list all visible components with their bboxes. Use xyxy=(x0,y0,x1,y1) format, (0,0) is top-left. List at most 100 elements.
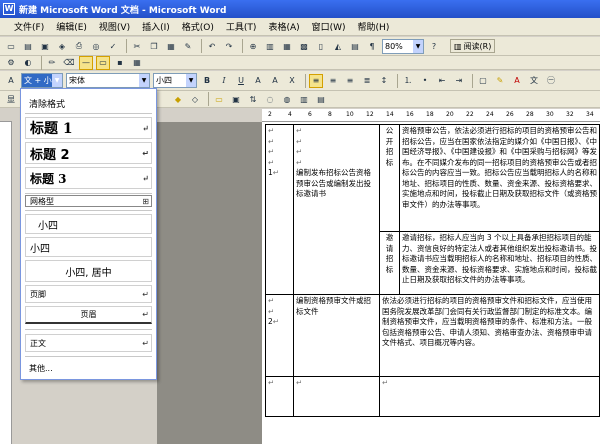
shading-icon[interactable]: ▪ xyxy=(113,56,127,70)
menu-edit[interactable]: 编辑(E) xyxy=(50,20,93,33)
hide-icon[interactable]: ◌ xyxy=(263,92,277,106)
menu-window[interactable]: 窗口(W) xyxy=(306,20,352,33)
enclose-char-icon[interactable]: ㊀ xyxy=(544,74,558,88)
fill-color-icon[interactable]: ◆ xyxy=(171,92,185,106)
decrease-indent-icon[interactable]: ⇤ xyxy=(435,74,449,88)
table-cell[interactable]: ↵ xyxy=(379,376,600,417)
print-icon[interactable]: ⎙ xyxy=(72,39,86,53)
show-marks-icon[interactable]: ◍ xyxy=(280,92,294,106)
paste-icon[interactable]: ▦ xyxy=(164,39,178,53)
increase-indent-icon[interactable]: ⇥ xyxy=(452,74,466,88)
phonetic-icon[interactable]: 文 xyxy=(527,74,541,88)
review-icon[interactable]: ▤ xyxy=(314,92,328,106)
bullets-icon[interactable]: • xyxy=(418,74,432,88)
show-icon[interactable]: 显 xyxy=(4,92,18,106)
line-spacing-icon[interactable]: ↕ xyxy=(377,74,391,88)
draw-table-icon[interactable]: ✏ xyxy=(45,56,59,70)
menu-help[interactable]: 帮助(H) xyxy=(352,20,396,33)
style-more-button[interactable]: 其他... xyxy=(29,363,53,374)
document-table[interactable]: ↵ ↵ ↵ ↵ 1↵ ↵ ↵ ↵ ↵ 编制发布招标公告资格预审公告或编制发出投标… xyxy=(265,123,600,417)
permission-icon[interactable]: ◈ xyxy=(55,39,69,53)
undo-icon[interactable]: ↶ xyxy=(205,39,219,53)
bold-icon[interactable]: B xyxy=(200,74,214,88)
char-shading-icon[interactable]: A xyxy=(268,74,282,88)
print-preview-icon[interactable]: ◎ xyxy=(89,39,103,53)
distributed-icon[interactable]: ≣ xyxy=(360,74,374,88)
hyperlink-icon[interactable]: ⊕ xyxy=(246,39,260,53)
table-cell[interactable]: 公开招标 xyxy=(379,123,400,233)
toolbar-option-icon[interactable]: ⚙ xyxy=(4,56,18,70)
merge-cells-icon[interactable]: ▦ xyxy=(130,56,144,70)
table-cell[interactable]: 资格预审公告，依法必须进行招标的项目的资格预审公告和招标公告，应当在国家依法指定… xyxy=(399,123,600,233)
folder-icon[interactable]: ▭ xyxy=(212,92,226,106)
sort-icon[interactable]: ⇅ xyxy=(246,92,260,106)
style-xiaosi-center[interactable]: 小四, 居中 xyxy=(25,260,152,282)
menu-view[interactable]: 视图(V) xyxy=(93,20,136,33)
zoom-combo[interactable]: 80% ▼ xyxy=(382,38,424,54)
outside-border-icon[interactable]: ▢ xyxy=(476,74,490,88)
eraser-icon[interactable]: ⌫ xyxy=(62,56,76,70)
chevron-down-icon[interactable]: ▼ xyxy=(139,74,149,87)
align-center-icon[interactable]: ≡ xyxy=(326,74,340,88)
new-document-icon[interactable]: ▭ xyxy=(4,39,18,53)
menu-tools[interactable]: 工具(T) xyxy=(220,20,263,33)
underline-icon[interactable]: U xyxy=(234,74,248,88)
style-heading-1[interactable]: 标题 1 ↵ xyxy=(25,117,152,139)
table-cell[interactable]: ↵ ↵ 2↵ xyxy=(265,294,294,377)
drawing-icon[interactable]: ◭ xyxy=(331,39,345,53)
align-right-icon[interactable]: ≡ xyxy=(343,74,357,88)
redo-icon[interactable]: ↷ xyxy=(222,39,236,53)
char-border-icon[interactable]: A xyxy=(251,74,265,88)
menu-table[interactable]: 表格(A) xyxy=(262,20,305,33)
line-style-icon[interactable]: — xyxy=(79,55,93,70)
chevron-down-icon[interactable]: ▼ xyxy=(186,74,196,87)
read-button[interactable]: ▥ 阅读(R) xyxy=(450,39,496,53)
style-combo[interactable]: 文 + 小四 ▼ xyxy=(21,73,63,88)
image-icon[interactable]: ▣ xyxy=(229,92,243,106)
style-xiaosi[interactable]: 小四 xyxy=(25,237,152,257)
menu-file[interactable]: 文件(F) xyxy=(8,20,50,33)
styles-formatting-icon[interactable]: A xyxy=(4,74,18,88)
columns-icon[interactable]: ▯ xyxy=(314,39,328,53)
show-icon[interactable]: ◐ xyxy=(21,56,35,70)
style-heading-3[interactable]: 标题 3 ↵ xyxy=(25,167,152,189)
table-cell[interactable]: ↵ ↵ ↵ ↵ 1↵ xyxy=(265,124,294,295)
style-xiaosi-indent[interactable]: 小四 xyxy=(25,214,152,234)
menu-insert[interactable]: 插入(I) xyxy=(136,20,176,33)
style-clear-format[interactable]: 清除格式 xyxy=(29,97,65,110)
open-folder-icon[interactable]: ▤ xyxy=(21,39,35,53)
char-scale-icon[interactable]: X xyxy=(285,74,299,88)
show-hide-icon[interactable]: ¶ xyxy=(365,39,379,53)
save-icon[interactable]: ▣ xyxy=(38,39,52,53)
numbering-icon[interactable]: ⒈ xyxy=(401,74,415,88)
style-heading-2[interactable]: 标题 2 ↵ xyxy=(25,142,152,164)
line-color-icon[interactable]: ◇ xyxy=(188,92,202,106)
compare-icon[interactable]: ▥ xyxy=(297,92,311,106)
tab-selector[interactable] xyxy=(0,109,12,122)
italic-icon[interactable]: I xyxy=(217,74,231,88)
chevron-down-icon[interactable]: ▼ xyxy=(413,39,423,53)
font-color-icon[interactable]: A xyxy=(510,74,524,88)
table-cell[interactable]: ↵ xyxy=(293,376,380,417)
highlight-icon[interactable]: ✎ xyxy=(493,74,507,88)
format-painter-icon[interactable]: ✎ xyxy=(181,39,195,53)
style-grid-table[interactable]: 网格型 ⊞ xyxy=(25,195,152,207)
table-cell[interactable]: 依法必须进行招标的项目的资格预审文件和招标文件，应当使用国务院发展改革部门会同有… xyxy=(379,294,600,377)
font-combo[interactable]: 宋体 ▼ xyxy=(66,73,150,88)
style-body-text[interactable]: 正文 ↵ xyxy=(25,334,152,352)
insert-table-icon[interactable]: ▦ xyxy=(280,39,294,53)
align-justify-icon[interactable]: ≡ xyxy=(309,73,323,88)
style-header[interactable]: 页眉 ↵ xyxy=(25,306,152,324)
table-cell[interactable]: ↵ xyxy=(265,376,294,417)
insert-excel-icon[interactable]: ▩ xyxy=(297,39,311,53)
style-footer[interactable]: 页脚 ↵ xyxy=(25,285,152,303)
help-icon[interactable]: ? xyxy=(427,39,441,53)
table-cell[interactable]: 编制资格预审文件或招标文件 xyxy=(293,294,380,377)
table-cell[interactable]: 邀请招标，招标人应当向 3 个以上具备承担招标项目的能力、资信良好的特定法人或者… xyxy=(399,231,600,295)
font-size-combo[interactable]: 小四 ▼ xyxy=(153,73,197,88)
table-cell[interactable]: 邀请招标 xyxy=(379,231,400,295)
spelling-icon[interactable]: ✓ xyxy=(106,39,120,53)
cut-icon[interactable]: ✂ xyxy=(130,39,144,53)
copy-icon[interactable]: ❐ xyxy=(147,39,161,53)
menu-format[interactable]: 格式(O) xyxy=(176,20,220,33)
